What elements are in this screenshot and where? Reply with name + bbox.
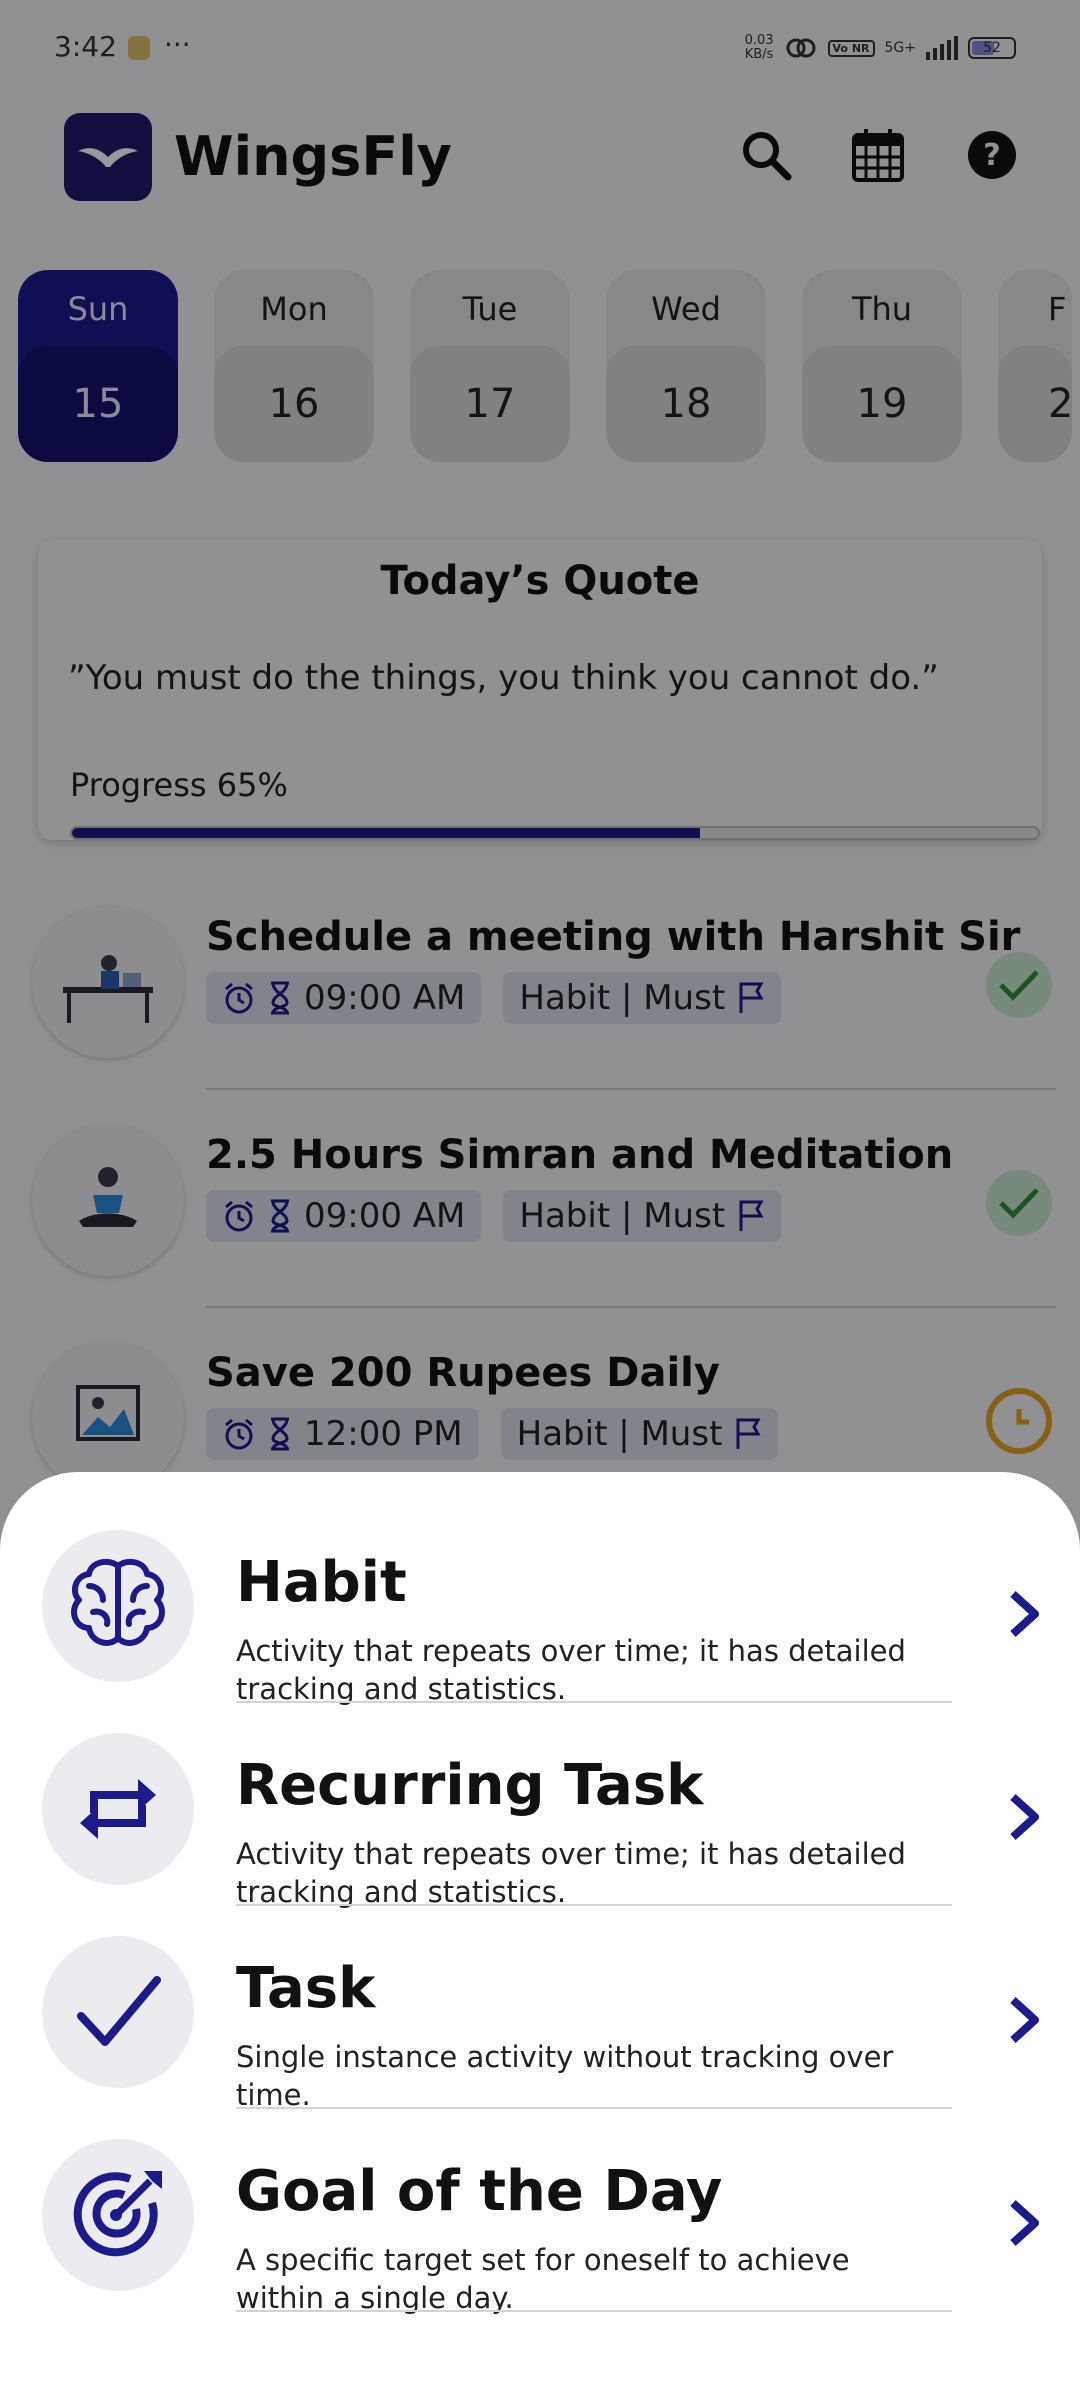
checkmark-icon [42,1936,194,2088]
option-goal-of-the-day[interactable]: Goal of the Day A specific target set fo… [0,2109,1080,2315]
option-task[interactable]: Task Single instance activity without tr… [0,1906,1080,2112]
divider [236,2310,952,2312]
chevron-right-icon [1004,2195,1044,2251]
chevron-right-icon [1004,1789,1044,1845]
option-habit[interactable]: Habit Activity that repeats over time; i… [0,1500,1080,1706]
option-description: Single instance activity without trackin… [236,2040,894,2112]
brain-icon [42,1530,194,1682]
option-title: Task [236,1956,376,2021]
option-description: Activity that repeats over time; it has … [236,1837,906,1909]
option-description: A specific target set for oneself to ach… [236,2243,850,2315]
add-activity-sheet: Habit Activity that repeats over time; i… [0,1472,1080,2400]
chevron-right-icon [1004,1992,1044,2048]
option-description: Activity that repeats over time; it has … [236,1634,906,1706]
target-icon [42,2139,194,2291]
chevron-right-icon [1004,1586,1044,1642]
option-title: Recurring Task [236,1753,704,1818]
option-title: Habit [236,1550,407,1615]
option-recurring-task[interactable]: Recurring Task Activity that repeats ove… [0,1703,1080,1909]
option-title: Goal of the Day [236,2159,723,2224]
repeat-icon [42,1733,194,1885]
